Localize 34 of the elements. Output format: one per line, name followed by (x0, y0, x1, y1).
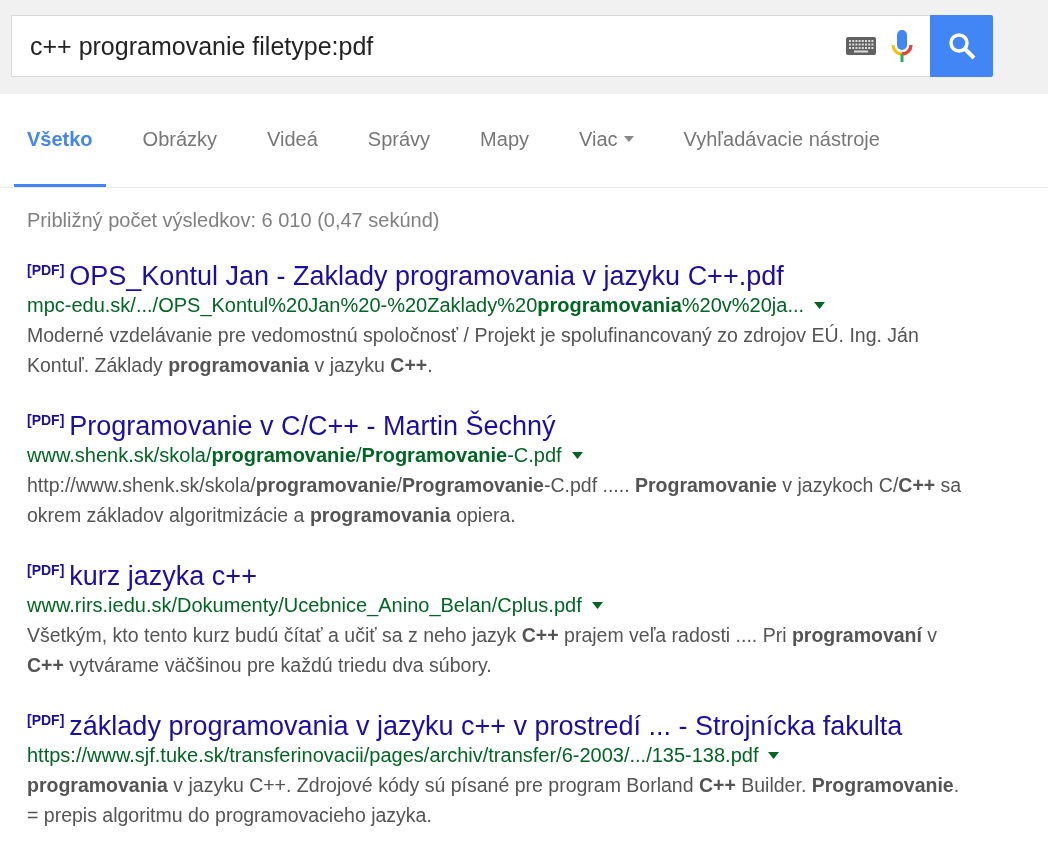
caret-icon[interactable] (814, 301, 826, 309)
result-url: mpc-edu.sk/.../OPS_Kontul%20Jan%20-%20Zaklady%20programovania%20v%20ja... (27, 293, 805, 318)
search-field[interactable]: c++ programovanie filetype:pdf (11, 15, 930, 77)
result-stats: Približný počet výsledkov: 6 010 (0,47 sekúnd) (27, 208, 441, 232)
result-title-link[interactable]: základy programovania v jazyku c++ v prostredí ... - Strojnícka fakulta (69, 710, 903, 742)
tab[interactable]: Mapy (467, 94, 542, 187)
result-snippet: Všetkým, kto tento kurz budú čítať a učiť sa z neho jazyk C++ prajem veľa radosti .... Pri programovaní v C++ vytvárame väčšinou pre každú triedu dva súbory. (27, 623, 939, 678)
result-title-link[interactable]: Programovanie v C/C++ - Martin Šechný (69, 410, 556, 442)
result-snippet: http://www.shenk.sk/skola/programovanie/Programovanie-C.pdf ..... Programovanie v jazykoch C/C++ sa okrem základov algoritmizácie a programovania opiera. (27, 473, 963, 528)
search-icon (947, 32, 976, 60)
tab[interactable]: Správy (354, 94, 444, 187)
caret-icon[interactable] (591, 601, 603, 609)
file-type-label: [PDF] (27, 562, 65, 578)
file-type-label: [PDF] (27, 712, 65, 728)
file-type-label: [PDF] (27, 262, 65, 278)
file-type-label: [PDF] (27, 412, 65, 428)
result-title-link[interactable]: kurz jazyka c++ (69, 560, 257, 592)
caret-icon[interactable] (768, 751, 780, 759)
tab[interactable]: Vyhľadávacie nástroje (670, 94, 893, 187)
keyboard-icon[interactable] (846, 37, 876, 55)
caret-icon (623, 136, 634, 142)
tab[interactable]: Viac (566, 94, 647, 187)
tab[interactable]: Všetko (14, 94, 106, 187)
result-snippet: programovania v jazyku C++. Zdrojové kódy sú písané pre program Borland C++ Builder. Programovanie. = prepis algoritmu do programovacieho jazyka. (27, 773, 961, 828)
result-url: https://www.sjf.tuke.sk/transferinovacii/pages/archiv/transfer/6-2003/.../135-138.pdf (27, 743, 759, 768)
tab[interactable]: Videá (254, 94, 331, 187)
tab[interactable]: Obrázky (129, 94, 231, 187)
caret-icon[interactable] (571, 451, 583, 459)
search-button[interactable] (930, 15, 993, 77)
result-snippet: Moderné vzdelávanie pre vedomostnú spoločnosť / Projekt je spolufinancovaný zo zdrojov EÚ. Ing. Ján Kontuľ. Základy programovania v jazyku C++. (27, 323, 920, 378)
result-url: www.shenk.sk/skola/programovanie/Programovanie-C.pdf (27, 443, 562, 468)
microphone-icon[interactable] (890, 30, 914, 62)
result-title-link[interactable]: OPS_Kontul Jan - Zaklady programovania v jazyku C++.pdf (69, 260, 784, 292)
result-url: www.rirs.iedu.sk/Dokumenty/Ucebnice_Anino_Belan/Cplus.pdf (27, 593, 582, 618)
